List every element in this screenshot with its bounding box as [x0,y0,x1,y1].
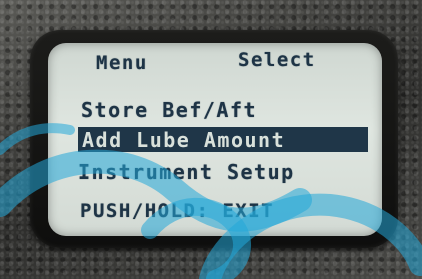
header-select-label: Select [238,49,316,71]
menu-item-store-bef-aft[interactable]: Store Bef/Aft [81,98,257,122]
menu-item-instrument-setup[interactable]: Instrument Setup [78,160,295,184]
menu-item-add-lube-amount[interactable]: Add Lube Amount [82,128,285,152]
footer-push-hold-exit: PUSH/HOLD: EXIT [80,200,275,222]
lcd-screen: Menu Select Store Bef/Aft Add Lube Amoun… [48,43,382,236]
header-menu-label: Menu [96,52,148,74]
